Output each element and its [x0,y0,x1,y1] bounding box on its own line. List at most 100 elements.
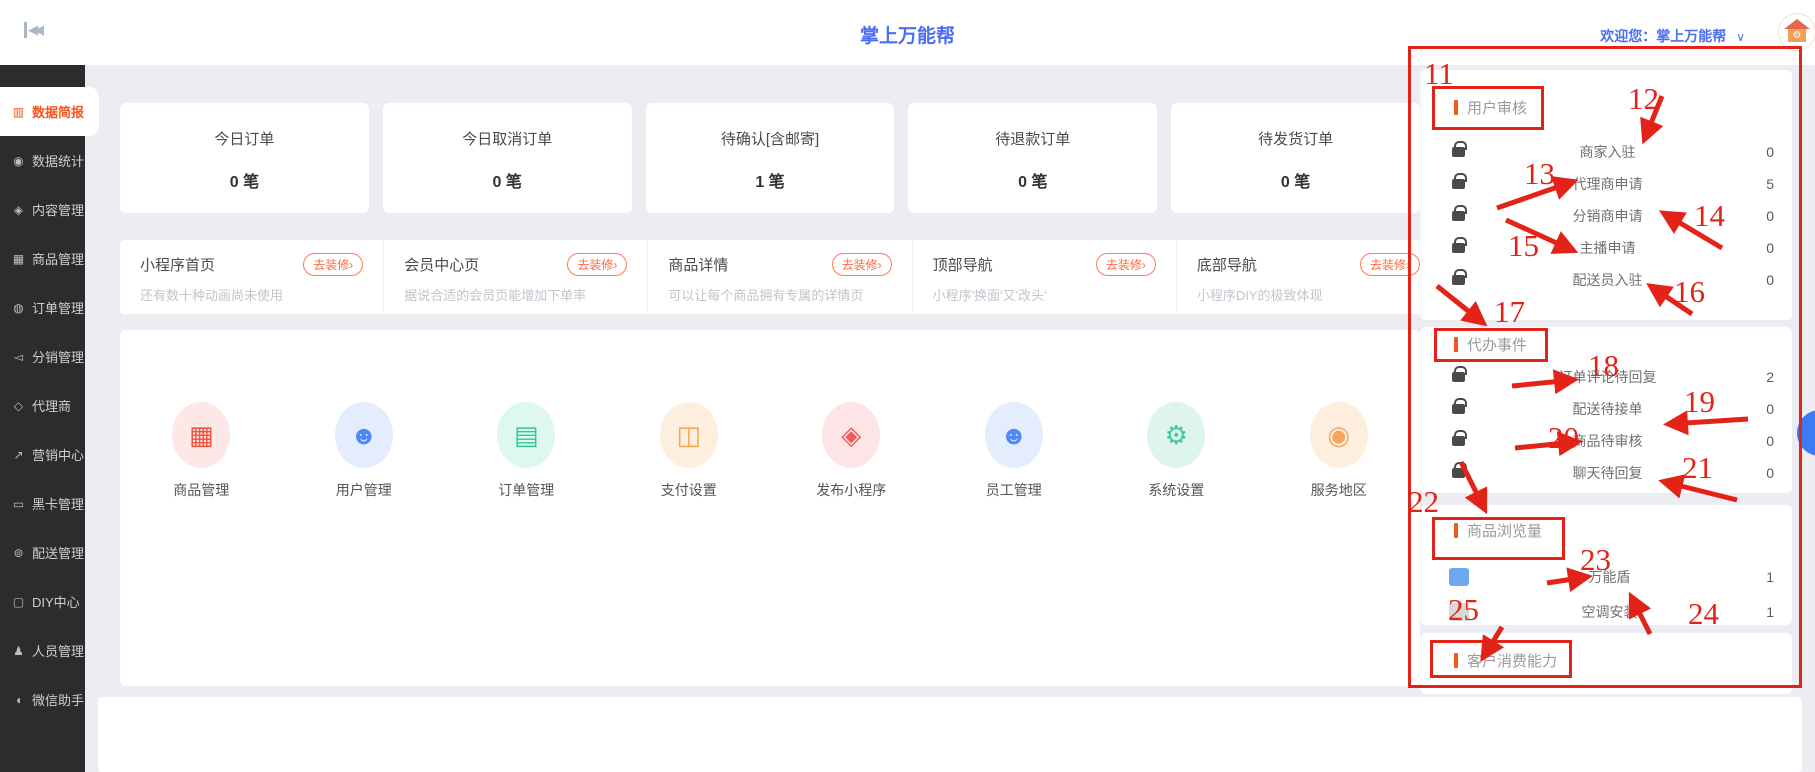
section-title: 商品浏览量 [1467,522,1543,540]
quick-service-area[interactable]: ◉ 服务地区 [1258,402,1421,500]
go-decorate-button[interactable]: 去装修› [1360,253,1421,276]
user-menu[interactable]: 欢迎您：掌上万能帮 ∨ [1600,26,1745,46]
panel-row-chat-reply[interactable]: 聊天待回复 0 [1420,457,1792,489]
panel-row-anchor-apply[interactable]: 主播申请 0 [1420,232,1792,264]
row-label: 配送待接单 [1572,401,1643,417]
section-accent-bar [1454,99,1458,115]
row-value: 0 [1766,272,1774,288]
house-roof-icon [1784,19,1810,29]
stat-value: 1 笔 [755,174,785,191]
panel-row-product-audit[interactable]: 商品待审核 0 [1420,425,1792,457]
row-value: 0 [1766,465,1774,481]
quick-product-mgmt[interactable]: ▦ 商品管理 [120,402,283,500]
section-title: 用户审核 [1467,99,1528,117]
row-label: 商品待审核 [1572,433,1643,449]
panel-row-product-ac-install[interactable]: 空调安装 1 [1420,594,1792,629]
section-accent-bar [1454,522,1458,538]
sidebar-item-delivery-mgmt[interactable]: ⊚ 配送管理 [0,528,85,577]
decorate-desc: 还有数十种动画尚未使用 [140,288,284,303]
card-icon: ▭ [12,496,25,511]
user-gear-icon: ☻ [334,402,393,468]
panel-row-product-wannengdun[interactable]: 万能盾 1 [1420,559,1792,594]
decorate-card-bottom-nav: 底部导航 去装修› 小程序DIY的极致体现 [1177,240,1440,314]
order-icon: ◍ [13,300,24,315]
stat-value: 0 笔 [492,174,522,191]
panel-product-views: 商品浏览量 万能盾 1 空调安装 1 [1420,505,1792,625]
lock-icon [1452,430,1467,446]
quick-user-mgmt[interactable]: ☻ 用户管理 [283,402,446,500]
diamond-icon: ◇ [13,398,24,413]
wallet-icon: ◫ [659,402,718,468]
welcome-text: 欢迎您：掌上万能帮 [1600,28,1727,44]
sidebar-item-label: 分销管理 [32,350,85,365]
bar-chart-icon: ▥ [12,104,25,119]
go-decorate-button[interactable]: 去装修› [303,253,364,276]
row-label: 万能盾 [1588,568,1631,585]
sidebar-item-distribution-mgmt[interactable]: ◅ 分销管理 [0,332,85,381]
quick-system-settings[interactable]: ⚙ 系统设置 [1095,402,1258,500]
decorate-desc: 小程序'换面'又'改头' [932,288,1047,303]
motorbike-icon: ⊚ [13,545,24,560]
users-icon: ♟ [13,643,24,658]
stat-value: 0 笔 [1018,174,1048,191]
sidebar-item-data-stats[interactable]: ◉ 数据统计 [0,136,85,185]
panel-row-agent-apply[interactable]: 代理商申请 5 [1420,168,1792,200]
panel-row-delivery-accept[interactable]: 配送待接单 0 [1420,393,1792,425]
decorate-band: 小程序首页 去装修› 还有数十种动画尚未使用 会员中心页 去装修› 据说合适的会员页… [120,240,1440,314]
product-thumbnail [1449,567,1469,586]
go-decorate-button[interactable]: 去装修› [831,253,892,276]
bottom-content-card [98,697,1802,772]
sidebar-item-marketing-center[interactable]: ↗ 营销中心 [0,430,85,479]
stat-card-pending-refund: 待退款订单 0 笔 [908,103,1158,213]
row-value: 0 [1766,144,1774,160]
stat-card-pending-confirm: 待确认[含邮寄] 1 笔 [645,103,895,213]
sidebar-item-diy-center[interactable]: ▢ DIY中心 [0,577,85,626]
stat-title: 待退款订单 [995,131,1071,148]
quick-icon-row: ▦ 商品管理 ☻ 用户管理 ▤ 订单管理 ◫ 支付设置 ◈ 发布小程序 ☻ 员工… [120,402,1420,500]
decorate-card-home: 小程序首页 去装修› 还有数十种动画尚未使用 [120,240,385,314]
counter-icon: ◉ [13,153,24,168]
decorate-desc: 可以让每个商品拥有专属的详情页 [668,288,864,303]
quick-order-mgmt[interactable]: ▤ 订单管理 [445,402,608,500]
sidebar-item-product-mgmt[interactable]: ▦ 商品管理 [0,234,85,283]
row-label: 聊天待回复 [1572,465,1643,481]
stat-card-pending-ship: 待发货订单 0 笔 [1171,103,1420,213]
lock-icon [1452,141,1467,157]
sidebar-item-data-brief[interactable]: ▥ 数据简报 [0,87,99,136]
sidebar-item-order-mgmt[interactable]: ◍ 订单管理 [0,283,85,332]
quick-label: 发布小程序 [816,482,887,498]
go-decorate-button[interactable]: 去装修› [567,253,628,276]
sidebar-item-content-mgmt[interactable]: ◈ 内容管理 [0,185,85,234]
quick-publish-miniprogram[interactable]: ◈ 发布小程序 [770,402,933,500]
row-label: 代理商申请 [1572,176,1643,192]
user-wrench-icon: ☻ [984,402,1043,468]
sidebar-item-staff-mgmt[interactable]: ♟ 人员管理 [0,626,85,675]
lock-icon [1452,366,1467,382]
row-label: 主播申请 [1579,240,1636,256]
decorate-card-top-nav: 顶部导航 去装修› 小程序'换面'又'改头' [913,240,1177,314]
bag-icon: ▦ [12,251,25,266]
tag-icon: ◈ [13,202,24,217]
sidebar-item-agent[interactable]: ◇ 代理商 [0,381,85,430]
panel-row-merchant-join[interactable]: 商家入驻 0 [1420,136,1792,168]
stat-title: 今日订单 [214,131,275,148]
stat-card-today-orders: 今日订单 0 笔 [120,103,369,213]
quick-staff-mgmt[interactable]: ☻ 员工管理 [933,402,1096,500]
quick-payment-settings[interactable]: ◫ 支付设置 [608,402,771,500]
panel-row-comment-reply[interactable]: 订单评论待回复 2 [1420,361,1792,393]
go-decorate-button[interactable]: 去装修› [1095,253,1156,276]
stats-row: 今日订单 0 笔 今日取消订单 0 笔 待确认[含邮寄] 1 笔 待退款订单 0… [120,103,1420,213]
decorate-card-product-detail: 商品详情 去装修› 可以让每个商品拥有专属的详情页 [648,240,913,314]
lock-icon [1452,398,1467,414]
panel-row-distributor-apply[interactable]: 分销商申请 0 [1420,200,1792,232]
decorate-title: 小程序首页 [140,257,216,274]
avatar[interactable]: ⚙ [1778,13,1815,51]
lock-icon [1452,237,1467,253]
panel-row-courier-join[interactable]: 配送员入驻 0 [1420,264,1792,296]
row-label: 分销商申请 [1572,208,1643,224]
quick-label: 用户管理 [335,482,392,498]
sidebar-item-blackcard-mgmt[interactable]: ▭ 黑卡管理 [0,479,85,528]
sidebar-item-wechat-assistant[interactable]: ◖ 微信助手 [0,675,85,724]
section-accent-bar [1454,336,1458,352]
share-icon: ◅ [13,349,24,364]
